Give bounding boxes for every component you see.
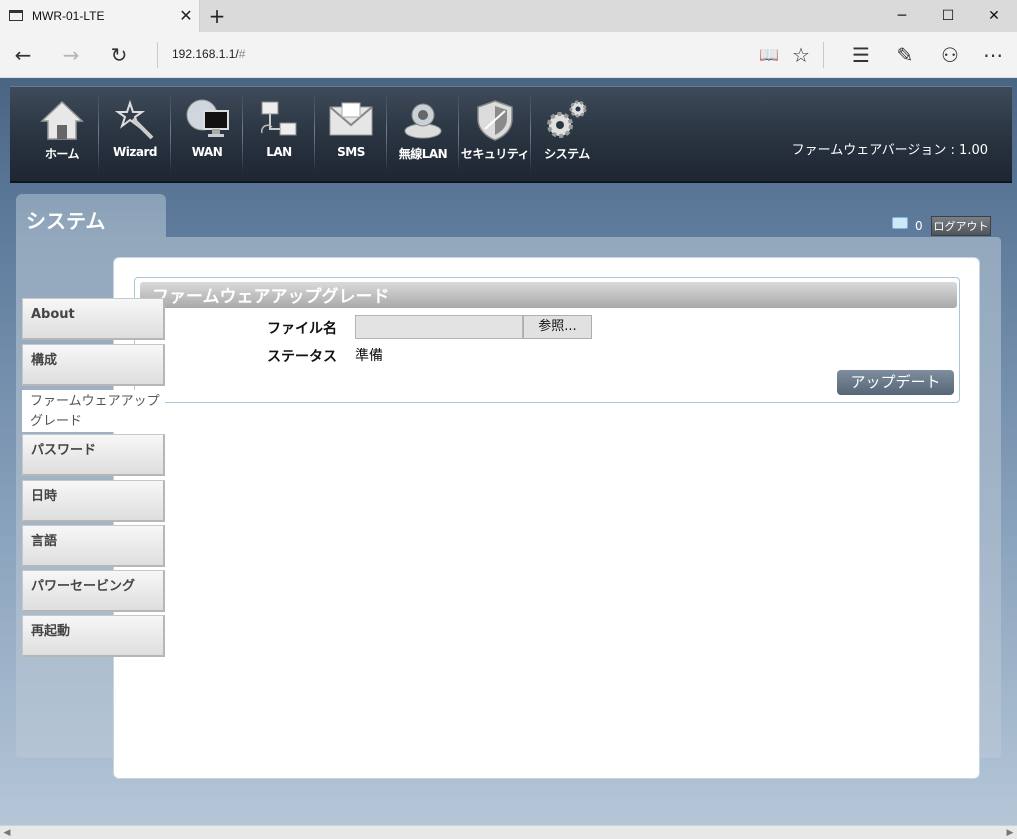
divider bbox=[157, 42, 158, 68]
address-bar[interactable]: 192.168.1.1/# bbox=[172, 47, 245, 61]
scroll-right-icon[interactable]: ▶ bbox=[1003, 826, 1017, 839]
reading-view-icon[interactable]: 📖 bbox=[752, 38, 786, 72]
sidebar-item-label: 言語 bbox=[31, 534, 58, 549]
globe-monitor-icon bbox=[186, 99, 229, 137]
share-icon[interactable]: ⚇ bbox=[933, 38, 967, 72]
firmware-version: ファームウェアバージョン : 1.00 bbox=[791, 143, 988, 158]
status-label: ステータス bbox=[267, 349, 337, 365]
hub-icon[interactable]: ☰ bbox=[844, 38, 878, 72]
forward-icon[interactable]: → bbox=[54, 38, 88, 72]
sidebar-item-reboot[interactable]: 再起動 bbox=[22, 615, 165, 657]
sidebar-item-label: パスワード bbox=[31, 443, 97, 458]
sidebar-item-label: パワーセービング bbox=[31, 579, 136, 594]
menu-lan[interactable]: LAN bbox=[243, 93, 315, 171]
content-panel: ファームウェアアップグレード ファイル名 参照... ステータス 準備 アップデ… bbox=[113, 257, 980, 779]
menu-system-label: システム bbox=[544, 147, 590, 161]
browse-button[interactable]: 参照... bbox=[523, 315, 592, 339]
menu-wireless-lan-label: 無線LAN bbox=[398, 147, 448, 161]
menu-lan-label: LAN bbox=[266, 145, 292, 159]
back-icon[interactable]: ← bbox=[6, 38, 40, 72]
horizontal-scrollbar[interactable]: ◀ ▶ bbox=[0, 825, 1017, 839]
browser-tab[interactable]: MWR-01-LTE ✕ bbox=[0, 0, 200, 32]
maximize-icon[interactable]: ☐ bbox=[925, 0, 971, 32]
sidebar-item-label: 日時 bbox=[31, 489, 58, 504]
gears-icon bbox=[547, 100, 587, 138]
minimize-icon[interactable]: ─ bbox=[879, 0, 925, 32]
sidebar-item-language[interactable]: 言語 bbox=[22, 525, 165, 567]
message-icon[interactable] bbox=[892, 217, 908, 229]
wireless-icon bbox=[404, 103, 442, 139]
url-text: 192.168.1.1/ bbox=[172, 47, 239, 61]
router-page: ホーム Wizard WAN LAN SMS 無線LAN セキュリティ システム… bbox=[0, 78, 1017, 839]
home-icon bbox=[40, 100, 84, 140]
status-value: 準備 bbox=[355, 348, 383, 364]
sidebar-item-datetime[interactable]: 日時 bbox=[22, 480, 165, 522]
sidebar-item-firmware-upgrade[interactable]: ファームウェアアップグレード bbox=[22, 390, 165, 432]
window-close-icon[interactable]: ✕ bbox=[971, 0, 1017, 32]
sidebar-item-about[interactable]: About bbox=[22, 298, 165, 340]
menu-wan[interactable]: WAN bbox=[171, 93, 243, 171]
menu-wizard-label: Wizard bbox=[113, 145, 157, 159]
menu-wireless-lan[interactable]: 無線LAN bbox=[387, 93, 459, 171]
envelope-icon bbox=[329, 102, 373, 136]
new-tab-icon[interactable]: + bbox=[207, 4, 227, 28]
update-button[interactable]: アップデート bbox=[837, 370, 954, 395]
menu-system[interactable]: システム bbox=[531, 93, 603, 171]
page-title: システム bbox=[26, 209, 106, 233]
message-count: 0 bbox=[915, 219, 923, 233]
web-note-icon[interactable]: ✎ bbox=[888, 38, 922, 72]
sidebar-item-label: ファームウェアアップグレード bbox=[30, 394, 160, 429]
logout-button[interactable]: ログアウト bbox=[931, 216, 991, 236]
file-name-label: ファイル名 bbox=[267, 321, 337, 337]
wand-icon bbox=[114, 99, 154, 140]
favorite-star-icon[interactable]: ☆ bbox=[784, 38, 818, 72]
browser-tab-bar: MWR-01-LTE ✕ + ─ ☐ ✕ bbox=[0, 0, 1017, 32]
sidebar-item-power-saving[interactable]: パワーセービング bbox=[22, 570, 165, 612]
scroll-left-icon[interactable]: ◀ bbox=[0, 826, 14, 839]
sidebar-item-password[interactable]: パスワード bbox=[22, 434, 165, 476]
sidebar-item-label: 構成 bbox=[31, 353, 58, 368]
refresh-icon[interactable]: ↻ bbox=[102, 38, 136, 72]
panel-title: ファームウェアアップグレード bbox=[140, 282, 957, 308]
menu-home[interactable]: ホーム bbox=[26, 93, 98, 171]
browser-nav-bar: ← → ↻ 192.168.1.1/# 📖 ☆ ☰ ✎ ⚇ ⋯ bbox=[0, 32, 1017, 78]
menu-wizard[interactable]: Wizard bbox=[99, 93, 171, 171]
divider bbox=[823, 42, 824, 68]
sidebar-item-config[interactable]: 構成 bbox=[22, 344, 165, 386]
menu-home-label: ホーム bbox=[44, 147, 80, 161]
page-icon bbox=[9, 10, 23, 21]
close-tab-icon[interactable]: ✕ bbox=[178, 6, 194, 26]
network-icon bbox=[260, 101, 297, 136]
menu-wan-label: WAN bbox=[191, 145, 223, 159]
menu-security[interactable]: セキュリティ bbox=[459, 93, 531, 171]
menu-security-label: セキュリティ bbox=[460, 147, 530, 161]
tab-title: MWR-01-LTE bbox=[32, 9, 105, 23]
menu-sms-label: SMS bbox=[337, 145, 365, 159]
file-name-input[interactable] bbox=[355, 315, 523, 339]
menu-sms[interactable]: SMS bbox=[315, 93, 387, 171]
sidebar-item-label: 再起動 bbox=[31, 624, 71, 639]
more-icon[interactable]: ⋯ bbox=[976, 38, 1010, 72]
firmware-upgrade-fieldset: ファームウェアアップグレード ファイル名 参照... ステータス 準備 アップデ… bbox=[134, 277, 960, 403]
shield-icon bbox=[477, 100, 513, 141]
url-hash: # bbox=[238, 47, 246, 61]
sidebar-item-label: About bbox=[31, 307, 75, 322]
main-menu-bar: ホーム Wizard WAN LAN SMS 無線LAN セキュリティ システム… bbox=[10, 86, 1012, 183]
section-tab: システム bbox=[16, 194, 166, 240]
